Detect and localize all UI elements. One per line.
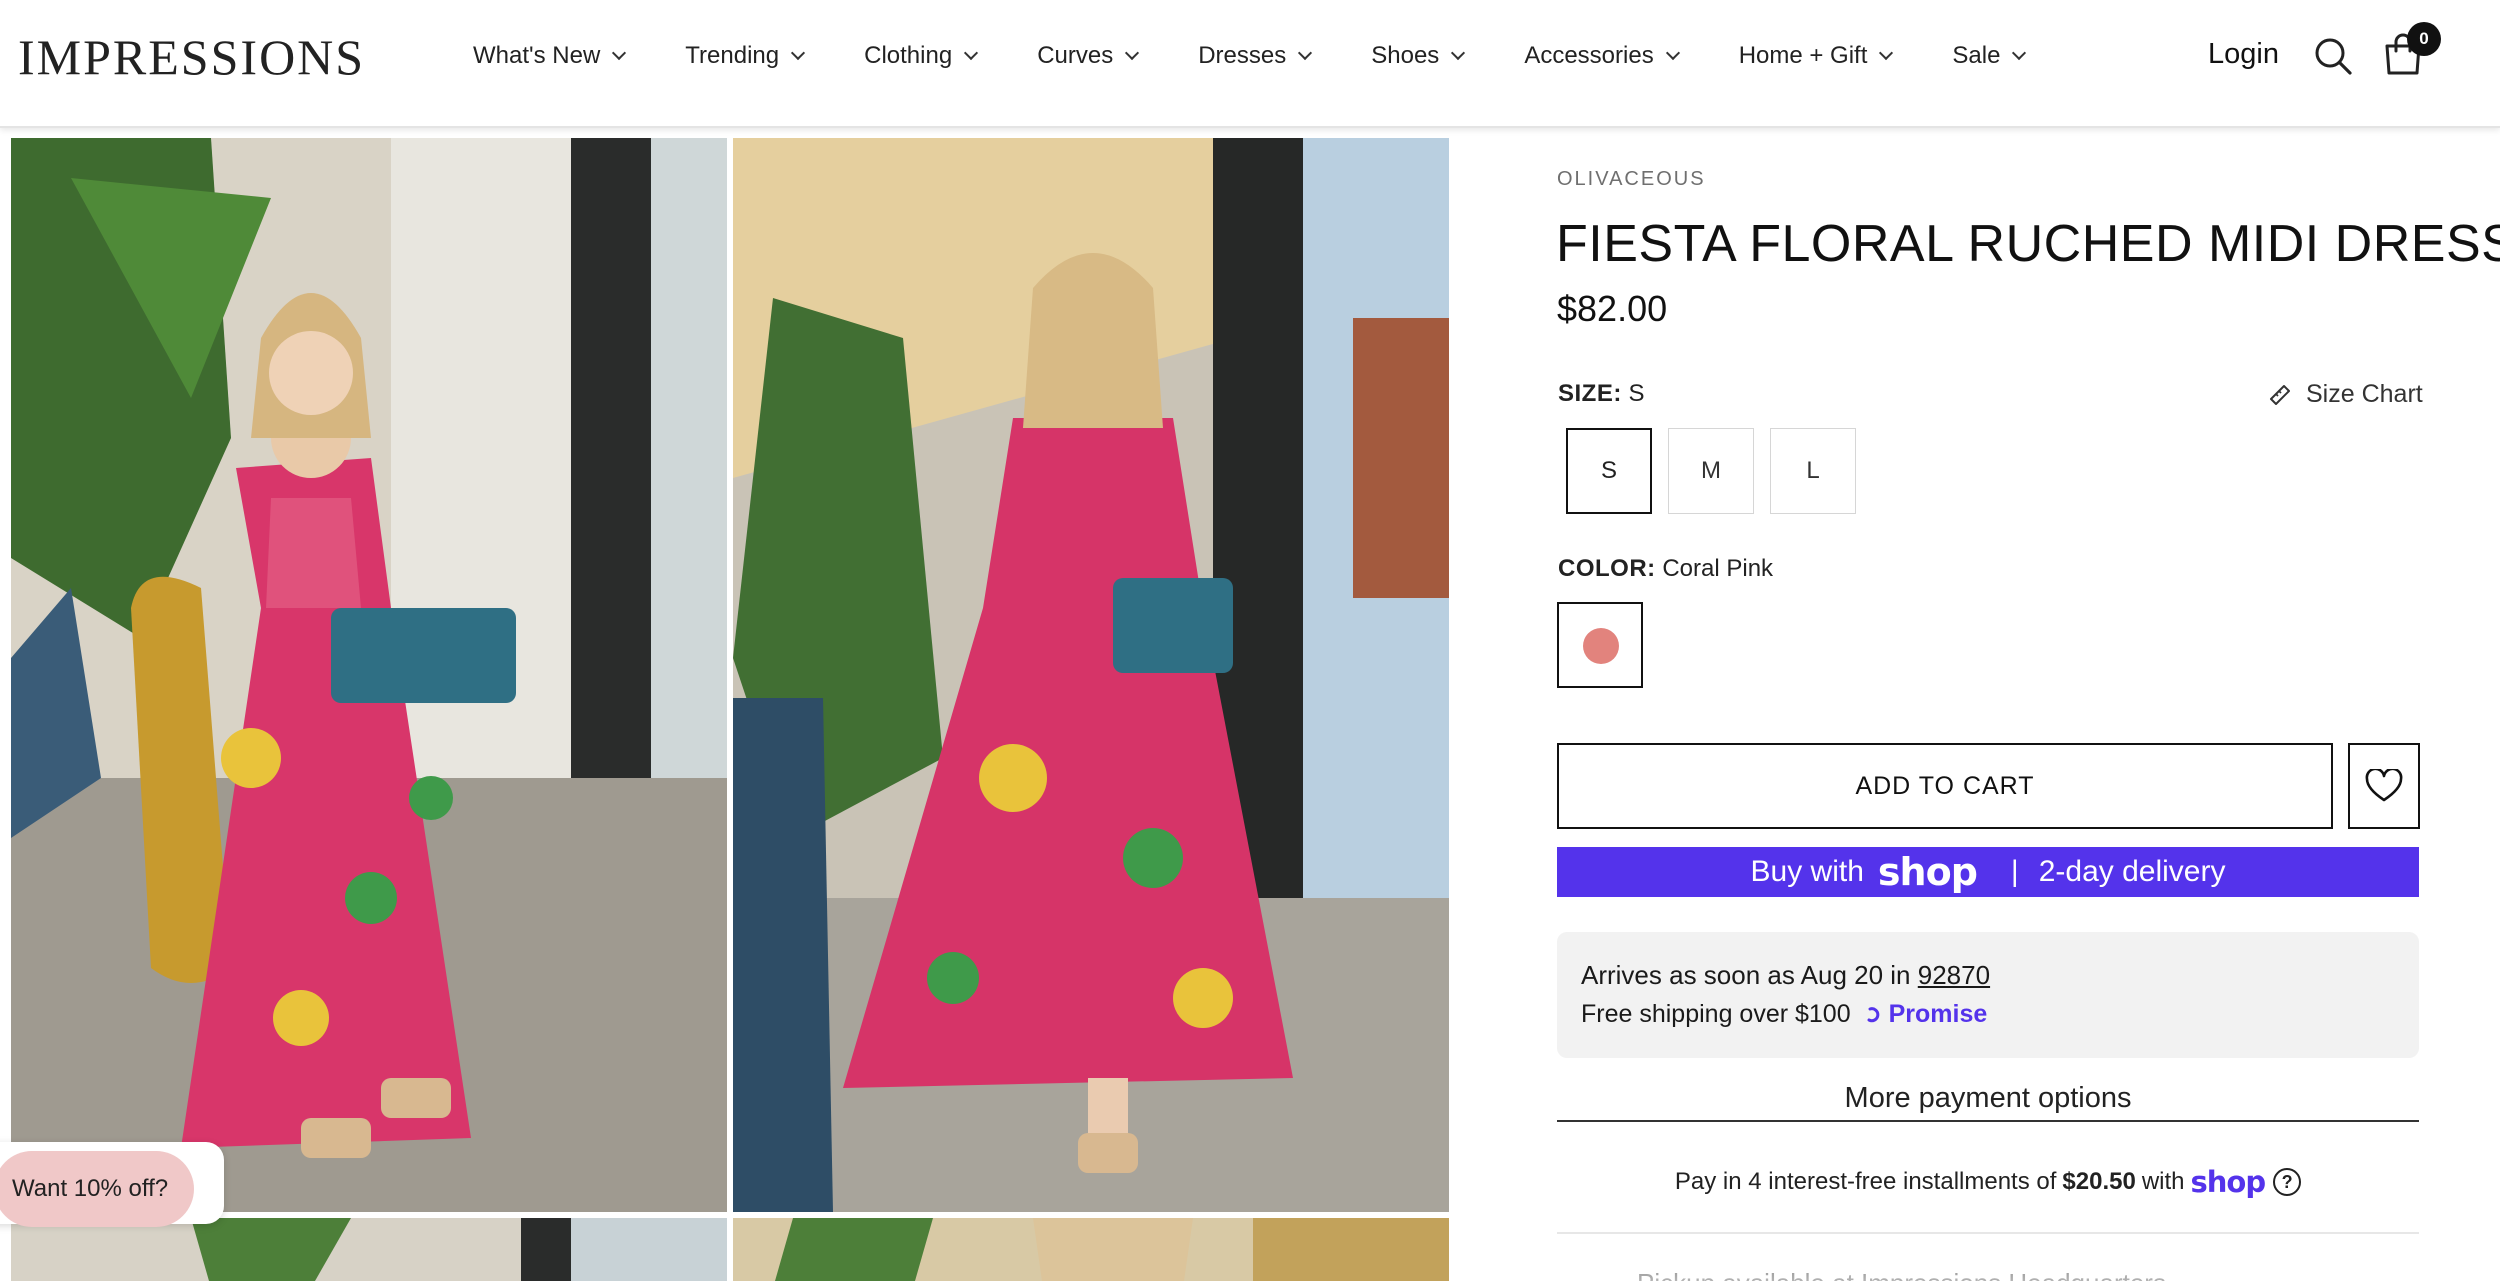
product-brand[interactable]: OLIVACEOUS [1557,168,1706,191]
chevron-down-icon [1451,45,1466,61]
chevron-down-icon [612,45,627,61]
product-price: $82.00 [1557,288,1668,329]
installments-with: with [2141,1168,2185,1195]
installments-info: Pay in 4 interest-free installments of $… [1557,1165,2419,1199]
nav-label: Shoes [1371,42,1440,69]
color-label: COLOR: [1558,555,1656,582]
selected-size-value: S [1628,380,1645,407]
shop-logo: shop [1877,850,1978,894]
nav-item-dresses[interactable]: Dresses [1198,42,1313,70]
cart-count-badge: 0 [2407,22,2441,56]
nav-label: Dresses [1198,42,1287,69]
ruler-icon [2270,384,2290,405]
nav-item-sale[interactable]: Sale [1952,42,2027,70]
buy-with-shop-button[interactable]: Buy with shop | 2-day delivery [1557,847,2419,897]
heart-icon [2365,769,2403,802]
wishlist-button[interactable] [2348,743,2420,829]
main-nav: What's New Trending Clothing Curves Dres… [473,0,2027,112]
shop-pay-suffix: 2-day delivery [2038,855,2226,888]
chevron-down-icon [2012,45,2027,61]
chevron-down-icon [1298,45,1313,61]
site-header: IMPRESSIONS What's New Trending Clothing… [0,0,2500,128]
shipping-info: Free shipping over $100 Promise [1581,1000,1987,1029]
add-to-cart-button[interactable]: ADD TO CART [1557,743,2333,829]
free-shipping-text: Free shipping over $100 [1581,1000,1851,1028]
product-photo-1[interactable] [11,138,727,1212]
size-option-m[interactable]: M [1668,428,1754,514]
nav-label: Sale [1952,42,2001,69]
shop-pay-prefix: Buy with [1750,855,1864,888]
discount-popup-button[interactable]: Want 10% off? [0,1151,194,1227]
promise-label: Promise [1888,1000,1988,1028]
size-option-l[interactable]: L [1770,428,1856,514]
more-payment-options-link[interactable]: More payment options [1557,1082,2419,1122]
arrival-text: Arrives as soon as Aug 20 in [1581,960,1911,990]
chevron-down-icon [1879,45,1894,61]
site-logo[interactable]: IMPRESSIONS [18,28,365,86]
product-photo-4[interactable] [733,1218,1449,1281]
nav-label: Accessories [1524,42,1654,69]
arrival-estimate: Arrives as soon as Aug 20 in 92870 [1581,960,1990,991]
nav-item-clothing[interactable]: Clothing [864,42,979,70]
nav-label: What's New [473,42,601,69]
shop-pay-logo: shop [2190,1165,2267,1199]
chevron-down-icon [964,45,979,61]
nav-item-home-gift[interactable]: Home + Gift [1738,42,1894,70]
product-photo-2[interactable] [733,138,1449,1212]
chevron-down-icon [791,45,806,61]
product-title: FIESTA FLORAL RUCHED MIDI DRESS [1556,215,2500,273]
zip-code-link[interactable]: 92870 [1918,960,1990,990]
color-swatch-coral-pink[interactable] [1557,602,1643,688]
nav-item-shoes[interactable]: Shoes [1371,42,1466,70]
nav-item-accessories[interactable]: Accessories [1524,42,1680,70]
promise-link[interactable]: Promise [1865,1000,1988,1029]
size-chart-label: Size Chart [2306,380,2423,408]
chevron-down-icon [1125,45,1140,61]
nav-item-trending[interactable]: Trending [685,42,806,70]
nav-item-curves[interactable]: Curves [1037,42,1140,70]
size-label: SIZE: [1558,380,1622,407]
size-option-s[interactable]: S [1566,428,1652,514]
size-chart-link[interactable]: Size Chart [2268,380,2423,409]
chevron-down-icon [1665,45,1680,61]
info-icon[interactable]: ? [2273,1168,2302,1196]
nav-label: Home + Gift [1738,42,1868,69]
pickup-availability-text: Pickup available at Impressions Headquar… [1637,1268,2166,1281]
promise-icon [1867,1006,1879,1022]
selected-color-value: Coral Pink [1662,555,1774,582]
nav-label: Trending [685,42,780,69]
installments-text: Pay in 4 interest-free installments of [1674,1168,2057,1195]
nav-item-whats-new[interactable]: What's New [473,42,627,70]
color-option-label: COLOR: Coral Pink [1558,555,1773,583]
nav-label: Curves [1037,42,1114,69]
shop-pay-separator: | [2010,855,2019,888]
color-swatch-dot [1583,628,1619,664]
installment-amount: $20.50 [2062,1168,2136,1195]
product-photo-3[interactable] [11,1218,727,1281]
section-divider [1557,1232,2419,1234]
delivery-estimate-box: Arrives as soon as Aug 20 in 92870 Free … [1557,932,2419,1058]
nav-label: Clothing [864,42,953,69]
login-link[interactable]: Login [2208,38,2279,71]
size-option-label: SIZE: S [1558,380,1645,408]
search-icon[interactable] [2313,36,2353,76]
